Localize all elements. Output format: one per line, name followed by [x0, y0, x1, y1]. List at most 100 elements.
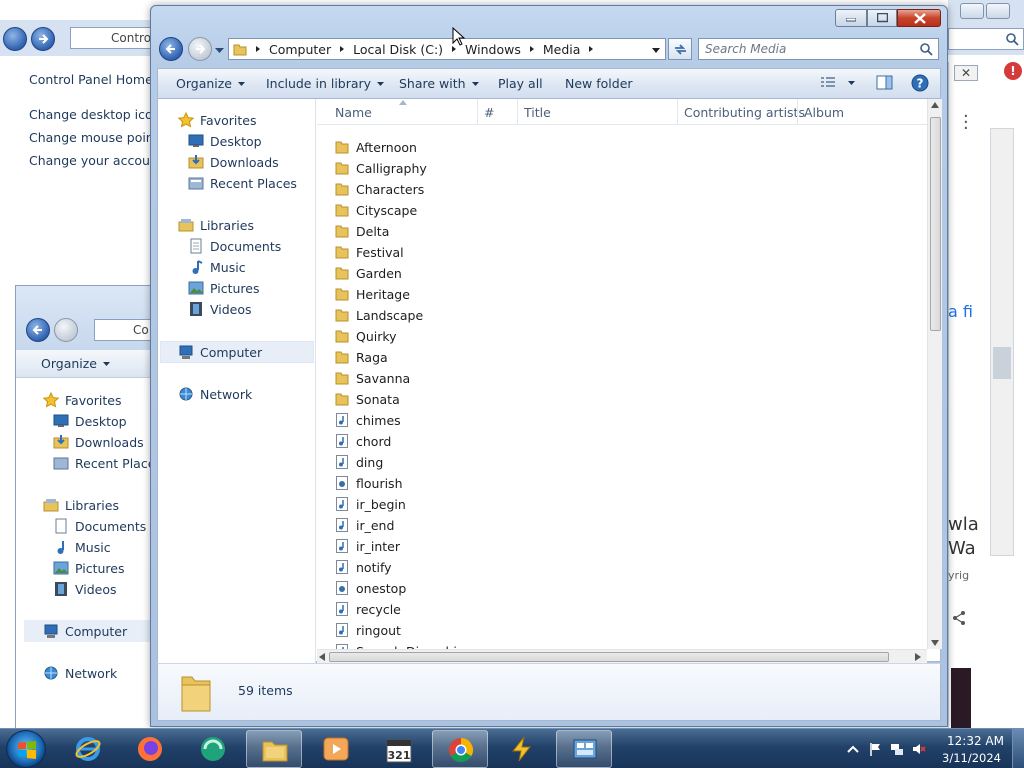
explorer2-recent-places[interactable]: Recent Places: [53, 453, 162, 473]
column-divider[interactable]: [797, 99, 798, 125]
explorer2-organize-button[interactable]: Organize: [41, 356, 110, 371]
explorer2-videos[interactable]: Videos: [53, 579, 117, 599]
recent-pages-dropdown-icon[interactable]: [215, 46, 224, 55]
taskbar-internet-explorer[interactable]: [60, 730, 116, 768]
bg-minimize-button[interactable]: [960, 3, 984, 19]
organize-button[interactable]: Organize: [176, 76, 245, 91]
taskbar-windows-explorer[interactable]: [246, 730, 302, 768]
horizontal-scrollbar-thumb[interactable]: [329, 652, 889, 662]
column-divider[interactable]: [517, 99, 518, 125]
file-row[interactable]: chimes: [335, 410, 401, 430]
more-options-icon[interactable]: · · ·: [963, 108, 969, 138]
bg-tab-close-icon[interactable]: ✕: [954, 65, 978, 81]
play-all-button[interactable]: Play all: [498, 76, 543, 91]
show-hidden-icons-icon[interactable]: [846, 742, 860, 756]
file-row[interactable]: Calligraphy: [335, 158, 427, 178]
file-row[interactable]: Characters: [335, 179, 424, 199]
explorer2-documents[interactable]: Documents: [53, 516, 146, 536]
file-row[interactable]: ringout: [335, 620, 401, 640]
explorer2-pictures[interactable]: Pictures: [53, 558, 125, 578]
column-album[interactable]: Album: [804, 105, 844, 120]
column-contributing-artists[interactable]: Contributing artists: [684, 105, 805, 120]
search-input[interactable]: [705, 42, 905, 56]
share-icon[interactable]: [951, 610, 967, 626]
back-button[interactable]: [159, 37, 183, 61]
change-desktop-icons-link[interactable]: Change desktop icons: [29, 107, 167, 122]
cp-back-button-icon[interactable]: [3, 27, 27, 51]
taskbar-calendar-app[interactable]: 321: [370, 730, 426, 768]
address-bar[interactable]: Computer Local Disk (C:) Windows Media: [228, 38, 666, 60]
taskbar-control-panel[interactable]: [556, 730, 612, 768]
taskbar-app-green[interactable]: [184, 730, 240, 768]
scroll-up-icon[interactable]: [931, 102, 939, 108]
taskbar-firefox[interactable]: [122, 730, 178, 768]
search-box[interactable]: [698, 38, 939, 60]
start-button[interactable]: [6, 730, 46, 768]
file-row[interactable]: Sonata: [335, 389, 400, 409]
nav-network[interactable]: Network: [178, 384, 252, 404]
close-button[interactable]: [897, 9, 941, 27]
share-with-button[interactable]: Share with: [399, 76, 479, 91]
preview-pane-icon[interactable]: [876, 75, 893, 90]
include-in-library-button[interactable]: Include in library: [266, 76, 385, 91]
change-view-button[interactable]: [820, 76, 855, 90]
taskbar-utility-app[interactable]: [494, 730, 550, 768]
chevron-right-icon[interactable]: [584, 42, 598, 56]
nav-favorites[interactable]: Favorites: [177, 110, 256, 130]
file-row[interactable]: ir_begin: [335, 494, 406, 514]
address-dropdown-icon[interactable]: [651, 45, 661, 55]
nav-pictures[interactable]: Pictures: [188, 278, 260, 298]
clock-date[interactable]: 3/11/2024: [942, 751, 1001, 765]
explorer2-network[interactable]: Network: [43, 663, 117, 683]
nav-documents[interactable]: Documents: [188, 236, 281, 256]
explorer2-music[interactable]: Music: [53, 537, 111, 557]
file-row[interactable]: Quirky: [335, 326, 397, 346]
column-divider[interactable]: [677, 99, 678, 125]
file-row[interactable]: Heritage: [335, 284, 410, 304]
file-row[interactable]: recycle: [335, 599, 401, 619]
bg-restore-button[interactable]: [986, 3, 1010, 19]
taskbar-media-player[interactable]: [308, 730, 364, 768]
breadcrumb-windows[interactable]: Windows: [465, 42, 521, 57]
vertical-scrollbar-thumb[interactable]: [930, 117, 941, 331]
file-row[interactable]: ir_end: [335, 515, 394, 535]
file-row[interactable]: Landscape: [335, 305, 423, 325]
network-status-icon[interactable]: [890, 742, 904, 756]
column-title[interactable]: Title: [524, 105, 551, 120]
chevron-right-icon[interactable]: [251, 42, 265, 56]
nav-music[interactable]: Music: [188, 257, 246, 277]
cp-address-bar[interactable]: Contro: [70, 27, 160, 49]
help-icon[interactable]: ?: [911, 74, 929, 92]
scroll-right-icon[interactable]: [915, 653, 921, 661]
scroll-down-icon[interactable]: [931, 640, 939, 646]
vertical-scrollbar[interactable]: [927, 99, 942, 649]
breadcrumb-computer[interactable]: Computer: [269, 42, 331, 57]
file-row[interactable]: Garden: [335, 263, 402, 283]
column-track-number[interactable]: #: [484, 105, 494, 120]
file-row[interactable]: chord: [335, 431, 391, 451]
explorer2-desktop[interactable]: Desktop: [53, 411, 127, 431]
forward-button[interactable]: [188, 37, 212, 61]
cp-forward-button[interactable]: [31, 27, 55, 51]
breadcrumb-local-disk[interactable]: Local Disk (C:): [353, 42, 443, 57]
minimize-button[interactable]: [835, 9, 867, 27]
volume-muted-icon[interactable]: [912, 742, 926, 756]
chevron-right-icon[interactable]: [525, 42, 539, 56]
scroll-left-icon[interactable]: [319, 653, 325, 661]
column-divider[interactable]: [477, 99, 478, 125]
horizontal-scrollbar[interactable]: [317, 649, 927, 663]
explorer2-libraries[interactable]: Libraries: [43, 495, 119, 515]
action-center-flag-icon[interactable]: [868, 742, 882, 756]
file-row[interactable]: Raga: [335, 347, 388, 367]
breadcrumb-media[interactable]: Media: [543, 42, 581, 57]
explorer2-favorites[interactable]: Favorites: [42, 390, 121, 410]
chevron-right-icon[interactable]: [335, 42, 349, 56]
bg-scrollbar-thumb[interactable]: [993, 347, 1011, 379]
file-row[interactable]: ir_inter: [335, 536, 400, 556]
file-row[interactable]: ding: [335, 452, 383, 472]
nav-recent-places[interactable]: Recent Places: [188, 173, 297, 193]
nav-libraries[interactable]: Libraries: [178, 215, 254, 235]
explorer2-back-button[interactable]: [26, 318, 50, 342]
nav-computer[interactable]: Computer: [178, 342, 262, 362]
control-panel-home-link[interactable]: Control Panel Home: [29, 72, 153, 87]
